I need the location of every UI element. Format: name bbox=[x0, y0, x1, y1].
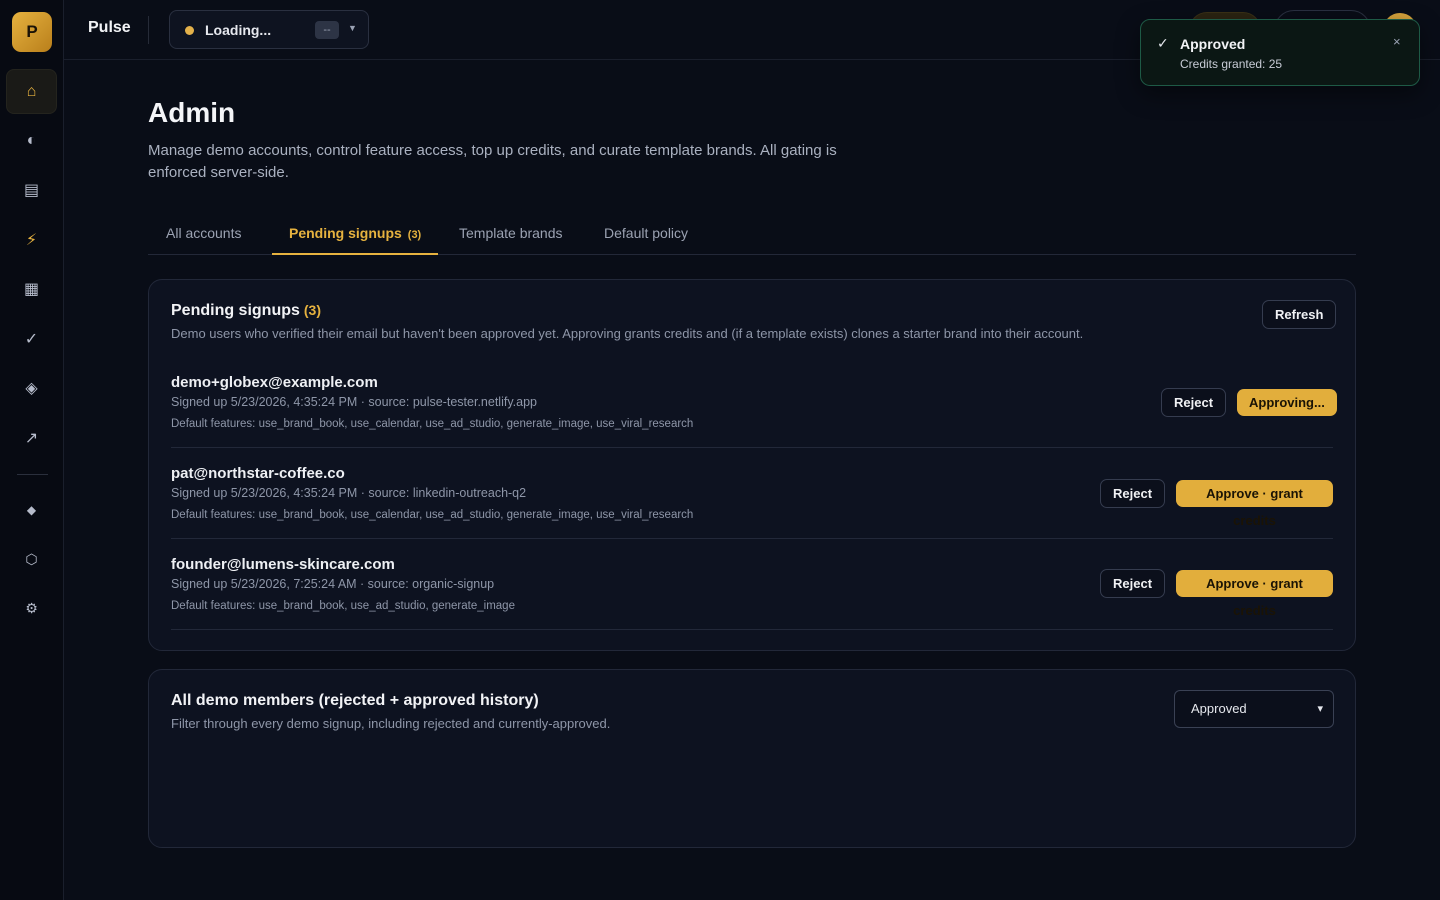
brand-selector[interactable]: Loading... -- ▼ bbox=[169, 10, 369, 49]
demo-members-card: All demo members (rejected + approved hi… bbox=[148, 669, 1356, 848]
refresh-button[interactable]: Refresh bbox=[1262, 300, 1337, 329]
gem-icon: ◆ bbox=[26, 502, 37, 517]
tab-bar: All accounts Pending signups (3) Template… bbox=[148, 212, 1356, 255]
check-icon: ✓ bbox=[24, 330, 39, 348]
table-row: pat@northstar-coffee.co Signed up 5/23/2… bbox=[171, 465, 1333, 539]
chevron-down-icon: ▼ bbox=[348, 23, 357, 33]
table-row: demo+globex@example.com Signed up 5/23/2… bbox=[171, 374, 1337, 448]
check-icon: ✓ bbox=[1157, 35, 1169, 51]
signup-features: Default features: use_brand_book, use_ad… bbox=[171, 600, 515, 612]
tab-label: Template brands bbox=[459, 225, 563, 241]
topbar-divider bbox=[148, 16, 149, 44]
tab-template-brands[interactable]: Template brands bbox=[459, 212, 563, 255]
nav-approvals[interactable]: ✓ bbox=[6, 316, 57, 361]
members-title: All demo members (rejected + approved hi… bbox=[171, 692, 539, 709]
signup-features: Default features: use_brand_book, use_ca… bbox=[171, 418, 694, 430]
pending-title-text: Pending signups bbox=[171, 302, 300, 319]
pending-signups-card: Pending signups (3) Demo users who verifi… bbox=[148, 279, 1356, 651]
signup-email: demo+globex@example.com bbox=[171, 374, 378, 391]
sidebar: P ⌂ ◐ ▤ ⚡ ▦ ✓ ◈ ↗ ◆ ⬡ ⚙ bbox=[0, 0, 64, 900]
nav-lightning[interactable]: ⚡ bbox=[6, 217, 57, 262]
tab-label: All accounts bbox=[166, 225, 242, 241]
status-filter-value: Approved bbox=[1191, 701, 1247, 716]
status-dot-icon bbox=[185, 26, 194, 35]
reject-button[interactable]: Reject bbox=[1161, 388, 1227, 417]
lightning-icon: ⚡ bbox=[25, 231, 38, 249]
signup-email: pat@northstar-coffee.co bbox=[171, 465, 345, 482]
calendar-icon: ▦ bbox=[23, 280, 40, 298]
trend-icon: ↗ bbox=[24, 429, 39, 447]
app-name: Pulse bbox=[88, 19, 131, 36]
signup-meta: Signed up 5/23/2026, 4:35:24 PM · source… bbox=[171, 486, 527, 500]
tab-label: Default policy bbox=[604, 225, 689, 241]
tab-label: Pending signups bbox=[289, 225, 402, 241]
nav-settings[interactable]: ⚙ bbox=[6, 586, 57, 631]
brand-selector-chip: -- bbox=[315, 21, 339, 39]
chevron-down-icon: ▾ bbox=[1317, 703, 1323, 715]
nav-trend[interactable]: ↗ bbox=[6, 415, 57, 460]
hexagon-icon: ⬡ bbox=[25, 551, 38, 567]
document-icon: ▤ bbox=[23, 181, 40, 199]
nav-diamond[interactable]: ◈ bbox=[6, 365, 57, 410]
toast-notification: ✓ Approved Credits granted: 25 × bbox=[1140, 19, 1420, 86]
signup-meta: Signed up 5/23/2026, 4:35:24 PM · source… bbox=[171, 395, 537, 409]
home-icon: ⌂ bbox=[26, 82, 37, 100]
reject-button[interactable]: Reject bbox=[1100, 479, 1166, 508]
toast-body: Credits granted: 25 bbox=[1180, 57, 1283, 71]
pending-title: Pending signups (3) bbox=[171, 302, 321, 320]
signup-email: founder@lumens-skincare.com bbox=[171, 556, 395, 573]
tab-all-accounts[interactable]: All accounts bbox=[166, 212, 241, 255]
gear-icon: ⚙ bbox=[25, 600, 38, 616]
reject-button[interactable]: Reject bbox=[1100, 569, 1166, 598]
contrast-icon: ◐ bbox=[26, 131, 37, 149]
members-subtitle: Filter through every demo signup, includ… bbox=[171, 716, 611, 731]
page-title: Admin bbox=[148, 97, 236, 128]
sidebar-divider bbox=[17, 474, 48, 475]
toast-title: Approved bbox=[1180, 36, 1246, 52]
brand-selector-label: Loading... bbox=[205, 22, 272, 38]
app-logo[interactable]: P bbox=[12, 12, 52, 52]
tab-pending-signups[interactable]: Pending signups (3) bbox=[272, 212, 439, 255]
approve-button[interactable]: Approve · grant credits bbox=[1176, 480, 1333, 528]
nav-documents[interactable]: ▤ bbox=[6, 167, 57, 212]
tab-default-policy[interactable]: Default policy bbox=[604, 212, 688, 255]
nav-gem[interactable]: ◆ bbox=[6, 487, 57, 532]
signup-features: Default features: use_brand_book, use_ca… bbox=[171, 509, 694, 521]
approve-button[interactable]: Approving... bbox=[1237, 389, 1337, 416]
signup-meta: Signed up 5/23/2026, 7:25:24 AM · source… bbox=[171, 577, 495, 591]
page-description: Manage demo accounts, control feature ac… bbox=[148, 142, 837, 181]
nav-home[interactable]: ⌂ bbox=[6, 69, 57, 114]
nav-hexagon[interactable]: ⬡ bbox=[6, 537, 57, 582]
diamond-icon: ◈ bbox=[25, 379, 38, 397]
pending-count: (3) bbox=[303, 302, 322, 318]
nav-contrast[interactable]: ◐ bbox=[6, 118, 57, 163]
table-row: founder@lumens-skincare.com Signed up 5/… bbox=[171, 556, 1333, 630]
nav-calendar[interactable]: ▦ bbox=[6, 266, 57, 311]
pending-subtitle: Demo users who verified their email but … bbox=[171, 326, 1084, 341]
approve-button[interactable]: Approve · grant credits bbox=[1176, 570, 1333, 618]
close-icon[interactable]: × bbox=[1393, 34, 1401, 49]
status-filter-select[interactable]: Approved ▾ bbox=[1174, 690, 1334, 728]
tab-badge: (3) bbox=[407, 229, 422, 241]
